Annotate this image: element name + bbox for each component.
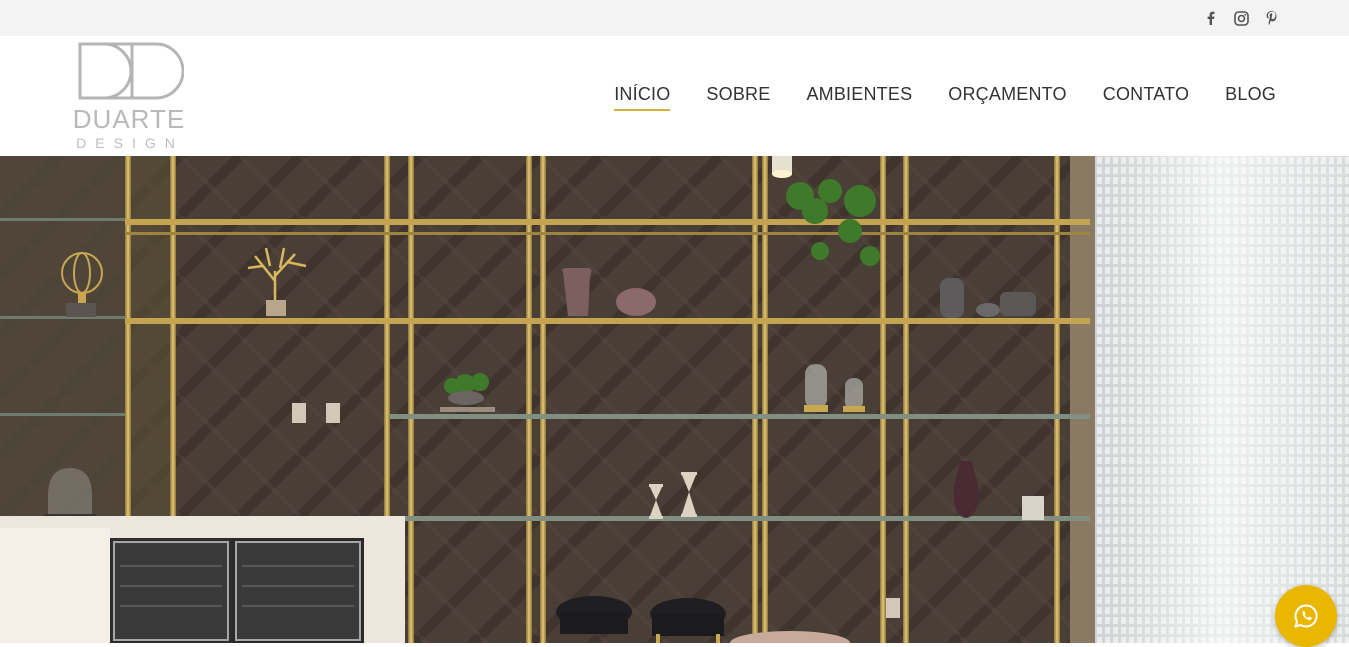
facebook-icon[interactable] bbox=[1203, 10, 1219, 26]
top-bar bbox=[0, 0, 1349, 36]
nav-item-contato[interactable]: CONTATO bbox=[1103, 84, 1189, 111]
logo-name: DUARTE bbox=[72, 104, 186, 134]
pinterest-icon[interactable] bbox=[1263, 10, 1279, 26]
social-links bbox=[1203, 0, 1279, 36]
hero-image bbox=[0, 156, 1349, 643]
whatsapp-button[interactable] bbox=[1275, 585, 1337, 647]
nav-item-sobre[interactable]: SOBRE bbox=[706, 84, 770, 111]
nav-item-blog[interactable]: BLOG bbox=[1225, 84, 1276, 111]
logo-subtitle: DESIGN bbox=[76, 135, 184, 151]
nav-item-orcamento[interactable]: ORÇAMENTO bbox=[948, 84, 1066, 111]
nav-item-inicio[interactable]: INÍCIO bbox=[614, 84, 671, 111]
instagram-icon[interactable] bbox=[1233, 10, 1249, 26]
main-nav: INÍCIO SOBRE AMBIENTES ORÇAMENTO CONTATO… bbox=[614, 84, 1276, 111]
logo-mark-icon bbox=[78, 42, 184, 100]
logo[interactable]: DUARTE DESIGN bbox=[66, 42, 192, 154]
nav-item-ambientes[interactable]: AMBIENTES bbox=[806, 84, 912, 111]
whatsapp-icon bbox=[1294, 604, 1318, 628]
site-header: DUARTE DESIGN INÍCIO SOBRE AMBIENTES ORÇ… bbox=[0, 36, 1349, 156]
interior-photo bbox=[0, 156, 1349, 643]
